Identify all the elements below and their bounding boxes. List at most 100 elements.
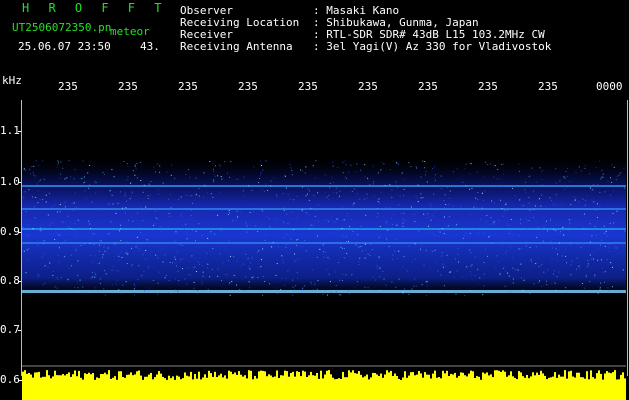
noise-speckle <box>520 248 522 250</box>
noise-speckle <box>143 184 145 186</box>
noise-speckle <box>604 232 606 234</box>
noise-speckle <box>300 169 301 171</box>
noise-speckle <box>23 250 25 252</box>
noise-floor-spike <box>164 378 166 382</box>
noise-speckle <box>196 293 198 295</box>
noise-speckle <box>100 240 102 242</box>
noise-speckle <box>403 212 405 214</box>
noise-speckle <box>570 244 572 246</box>
noise-speckle <box>28 189 30 191</box>
noise-speckle <box>440 274 442 276</box>
noise-speckle <box>325 191 326 193</box>
noise-speckle <box>66 265 68 267</box>
noise-speckle <box>191 195 193 197</box>
noise-speckle <box>476 206 478 208</box>
noise-speckle <box>503 209 505 211</box>
noise-speckle <box>402 292 404 294</box>
noise-speckle <box>108 204 110 206</box>
noise-speckle <box>329 232 331 234</box>
noise-speckle <box>587 263 589 265</box>
noise-floor-spike <box>560 376 562 382</box>
noise-floor-spike <box>316 373 318 382</box>
noise-floor-spike <box>214 371 216 382</box>
noise-speckle <box>423 264 425 266</box>
noise-speckle <box>339 190 341 192</box>
noise-speckle <box>54 239 56 240</box>
noise-speckle <box>611 164 613 166</box>
noise-speckle <box>552 203 554 205</box>
noise-floor-spike <box>52 376 54 382</box>
noise-floor-spike <box>622 372 624 382</box>
noise-speckle <box>563 176 565 178</box>
noise-speckle <box>39 230 41 232</box>
noise-speckle <box>578 201 580 203</box>
noise-speckle <box>317 189 319 191</box>
noise-speckle <box>230 255 231 257</box>
noise-speckle <box>492 185 494 187</box>
noise-speckle <box>560 231 562 233</box>
noise-speckle <box>40 230 42 232</box>
noise-speckle <box>492 222 494 224</box>
noise-speckle <box>328 194 330 196</box>
noise-floor-spike <box>48 375 50 382</box>
noise-speckle <box>136 236 138 238</box>
noise-speckle <box>291 294 293 296</box>
noise-speckle <box>202 271 204 273</box>
noise-floor-spike <box>456 377 458 382</box>
noise-speckle <box>432 232 434 234</box>
noise-speckle <box>175 231 177 233</box>
noise-speckle <box>89 184 90 186</box>
noise-speckle <box>59 242 61 244</box>
noise-speckle <box>131 263 133 265</box>
noise-speckle <box>94 255 96 257</box>
noise-speckle <box>189 195 191 197</box>
noise-speckle <box>452 205 454 207</box>
noise-speckle <box>391 281 393 283</box>
noise-floor-spike <box>562 376 564 382</box>
noise-speckle <box>124 192 126 194</box>
noise-speckle <box>419 248 421 250</box>
noise-speckle <box>56 232 58 234</box>
noise-floor-spike <box>126 374 128 382</box>
noise-speckle <box>326 196 328 198</box>
noise-floor-spike <box>206 377 208 382</box>
noise-speckle <box>399 195 401 197</box>
noise-speckle <box>332 165 334 167</box>
noise-speckle <box>391 223 393 225</box>
noise-speckle <box>420 197 422 199</box>
noise-speckle <box>339 294 341 296</box>
noise-speckle <box>29 168 31 170</box>
noise-speckle <box>587 260 589 262</box>
noise-speckle <box>104 250 106 252</box>
noise-speckle <box>509 242 510 244</box>
noise-speckle <box>94 272 96 274</box>
noise-floor-spike <box>260 370 262 382</box>
noise-speckle <box>126 179 128 181</box>
noise-speckle <box>443 200 445 201</box>
noise-speckle <box>342 172 344 174</box>
noise-floor-spike <box>72 374 74 382</box>
noise-speckle <box>308 209 310 211</box>
noise-floor-spike <box>194 374 196 382</box>
noise-speckle <box>585 276 587 278</box>
noise-speckle <box>226 249 228 251</box>
noise-speckle <box>322 293 324 295</box>
noise-speckle <box>90 228 91 229</box>
noise-speckle <box>235 219 237 221</box>
noise-speckle <box>280 289 282 291</box>
noise-speckle <box>355 244 357 246</box>
noise-speckle <box>345 274 347 276</box>
noise-floor-spike <box>478 376 480 382</box>
noise-speckle <box>302 170 304 172</box>
noise-speckle <box>528 197 530 199</box>
noise-speckle <box>284 175 286 177</box>
noise-speckle <box>470 265 472 267</box>
noise-speckle <box>328 273 330 275</box>
noise-speckle <box>386 238 388 240</box>
time-tick: 235 <box>118 80 138 93</box>
noise-speckle <box>68 226 69 228</box>
noise-floor-spike <box>102 374 104 382</box>
noise-speckle <box>403 288 405 290</box>
noise-speckle <box>64 178 66 180</box>
noise-speckle <box>445 265 447 267</box>
